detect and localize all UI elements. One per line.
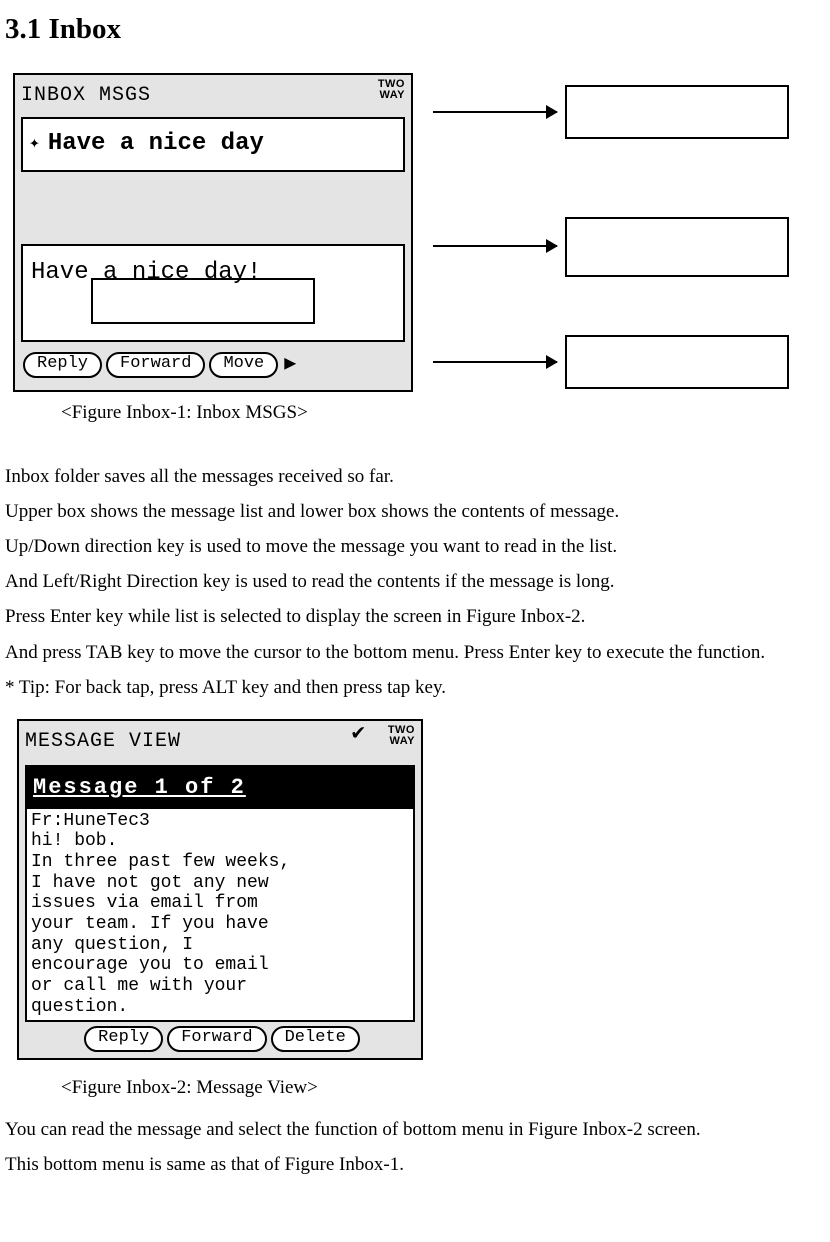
- message-subject: Have a nice day: [48, 121, 264, 167]
- more-menu-icon[interactable]: ▶: [284, 346, 296, 384]
- preview-overlay-box: [91, 278, 315, 324]
- message-icon: ✦: [29, 127, 40, 161]
- screen-title: INBOX MSGS: [21, 77, 151, 115]
- forward-button[interactable]: Forward: [167, 1026, 266, 1052]
- callout-arrow-1: [433, 111, 557, 113]
- callout-arrow-3: [433, 361, 557, 363]
- paragraph: Inbox folder saves all the messages rece…: [5, 459, 830, 494]
- paragraph: You can read the message and select the …: [5, 1112, 830, 1147]
- bottom-menu: Reply Forward Delete: [19, 1026, 421, 1058]
- message-preview-box: Have a nice day!: [21, 244, 405, 342]
- two-way-bot: WAY: [379, 89, 405, 101]
- two-way-indicator: TWO WAY: [378, 77, 405, 101]
- device-screen-inbox: INBOX MSGS TWO WAY ✦ Have a nice day Hav…: [13, 73, 413, 392]
- two-way-indicator: TWO WAY: [388, 723, 415, 747]
- callout-arrow-2: [433, 245, 557, 247]
- paragraph: Press Enter key while list is selected t…: [5, 599, 830, 634]
- message-list-item[interactable]: ✦ Have a nice day: [23, 119, 403, 171]
- callout-box-1: [565, 85, 789, 139]
- move-button[interactable]: Move: [209, 352, 278, 378]
- scroll-up-icon[interactable]: ▲: [403, 769, 411, 796]
- message-view-box: ▲ Message 1 of 2 Fr:HuneTec3 hi! bob. In…: [25, 765, 415, 1022]
- reply-button[interactable]: Reply: [84, 1026, 163, 1052]
- paragraph: Up/Down direction key is used to move th…: [5, 529, 830, 564]
- message-header: Message 1 of 2: [27, 767, 413, 809]
- message-body: Fr:HuneTec3 hi! bob. In three past few w…: [27, 809, 413, 1020]
- figure-1-caption: <Figure Inbox-1: Inbox MSGS>: [61, 395, 830, 431]
- bottom-menu: Reply Forward Move ▶: [15, 346, 411, 390]
- paragraph: Upper box shows the message list and low…: [5, 494, 830, 529]
- section-heading: 3.1 Inbox: [5, 12, 830, 47]
- forward-button[interactable]: Forward: [106, 352, 205, 378]
- screen-title: MESSAGE VIEW: [25, 723, 181, 761]
- paragraph: This bottom menu is same as that of Figu…: [5, 1147, 830, 1182]
- checkmark-icon: ✔: [352, 723, 388, 745]
- paragraph: And Left/Right Direction key is used to …: [5, 564, 830, 599]
- callout-box-2: [565, 217, 789, 277]
- figure-inbox-1: INBOX MSGS TWO WAY ✦ Have a nice day Hav…: [5, 65, 830, 385]
- paragraph: And press TAB key to move the cursor to …: [5, 635, 830, 670]
- delete-button[interactable]: Delete: [271, 1026, 360, 1052]
- paragraph: * Tip: For back tap, press ALT key and t…: [5, 670, 830, 705]
- figure-2-caption: <Figure Inbox-2: Message View>: [61, 1070, 830, 1106]
- two-way-bot: WAY: [389, 735, 415, 747]
- reply-button[interactable]: Reply: [23, 352, 102, 378]
- callout-box-3: [565, 335, 789, 389]
- device-screen-message-view: MESSAGE VIEW ✔ TWO WAY ▲ Message 1 of 2 …: [17, 719, 423, 1060]
- message-list-box: ✦ Have a nice day: [21, 117, 405, 173]
